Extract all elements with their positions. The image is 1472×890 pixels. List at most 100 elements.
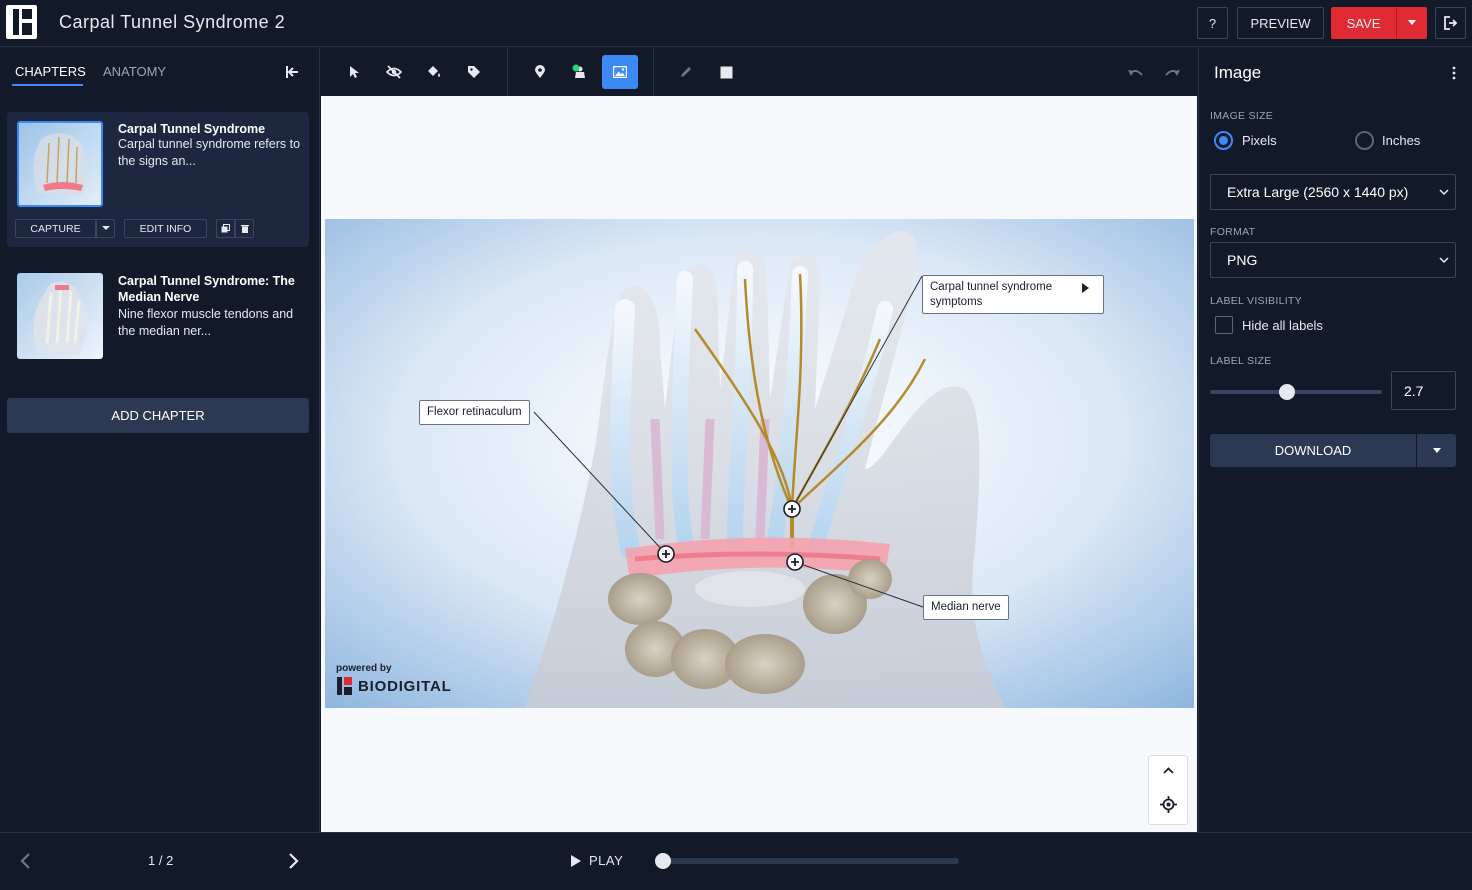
pin-tool-button[interactable] (522, 55, 558, 89)
exit-icon (1443, 16, 1457, 30)
watermark-powered-by: powered by (336, 663, 392, 674)
chapter-title: Carpal Tunnel Syndrome (118, 122, 266, 136)
square-icon (720, 66, 732, 78)
watermark-brand: BIODIGITAL (358, 678, 452, 695)
select-tool-button[interactable] (336, 55, 372, 89)
annotation-label-median[interactable]: Median nerve (923, 595, 1009, 620)
hand-thumbnail-image (19, 123, 101, 205)
tab-anatomy[interactable]: ANATOMY (103, 64, 166, 79)
preview-button[interactable]: PREVIEW (1237, 7, 1324, 39)
capture-dropdown-button[interactable] (96, 219, 115, 238)
chevron-down-icon (1439, 189, 1449, 196)
hide-tool-button[interactable] (376, 55, 412, 89)
label-size-label: LABEL SIZE (1210, 355, 1272, 367)
pixels-radio[interactable] (1214, 131, 1233, 150)
app-logo[interactable] (6, 5, 37, 39)
chapters-panel: CHAPTERS ANATOMY Carpal Tunnel Syndrome … (0, 48, 320, 832)
eye-slash-icon (386, 65, 402, 79)
caret-down-icon (1407, 20, 1416, 25)
format-value: PNG (1227, 252, 1258, 268)
undo-icon (1128, 70, 1143, 76)
trash-icon (240, 225, 249, 233)
play-button-label[interactable]: PLAY (589, 853, 623, 868)
chapter-page-indicator: 1 / 2 (148, 853, 174, 868)
redo-icon (1165, 70, 1180, 76)
collapse-panel-icon[interactable] (284, 64, 300, 80)
add-chapter-button[interactable]: ADD CHAPTER (7, 398, 309, 433)
inches-radio-label[interactable]: Inches (1382, 133, 1420, 148)
format-label: FORMAT (1210, 226, 1256, 238)
image-size-select[interactable]: Extra Large (2560 x 1440 px) (1210, 174, 1456, 210)
inches-radio[interactable] (1355, 131, 1374, 150)
save-dropdown-button[interactable] (1396, 7, 1427, 39)
annotation-label-text: Carpal tunnel syndrome symptoms (930, 281, 1053, 308)
tab-chapters[interactable]: CHAPTERS (15, 64, 86, 79)
image-export-tool-button[interactable] (602, 55, 638, 89)
draw-tool-button[interactable] (668, 55, 704, 89)
presenter-tool-button[interactable] (562, 55, 598, 89)
recenter-target-icon[interactable] (1160, 796, 1177, 813)
label-size-slider-track[interactable] (1210, 390, 1382, 394)
capture-button[interactable]: CAPTURE (15, 219, 96, 238)
chapter-title: Carpal Tunnel Syndrome: The Median Nerve (118, 274, 295, 304)
image-icon (613, 66, 627, 78)
caret-down-icon (101, 226, 110, 230)
paint-tool-button[interactable] (416, 55, 452, 89)
pixels-radio-label[interactable]: Pixels (1242, 133, 1277, 148)
play-icon[interactable] (571, 855, 581, 867)
copy-icon (221, 224, 230, 233)
annotation-label-flexor[interactable]: Flexor retinaculum (419, 400, 530, 425)
image-size-label: IMAGE SIZE (1210, 110, 1274, 122)
download-button[interactable]: DOWNLOAD (1210, 434, 1416, 467)
hide-labels-checkbox[interactable] (1215, 316, 1233, 334)
save-button[interactable]: SAVE (1331, 7, 1396, 39)
annotation-label-symptoms[interactable]: Carpal tunnel syndrome symptoms (922, 275, 1104, 314)
next-chapter-icon[interactable] (288, 852, 300, 870)
presenter-icon (572, 64, 585, 78)
viewer-canvas[interactable]: Carpal tunnel syndrome symptoms Flexor r… (321, 96, 1197, 832)
chapter-card[interactable]: Carpal Tunnel Syndrome: The Median Nerve… (7, 260, 309, 380)
shape-tool-button[interactable] (708, 55, 744, 89)
chevron-down-icon (1439, 257, 1449, 264)
pencil-icon (681, 67, 691, 77)
camera-nav-widget (1148, 755, 1188, 825)
toolbar-divider (507, 48, 508, 96)
tag-icon (468, 66, 480, 78)
chapter-thumbnail[interactable] (17, 121, 103, 207)
delete-chapter-button[interactable] (235, 219, 254, 238)
duplicate-chapter-button[interactable] (216, 219, 235, 238)
undo-button[interactable] (1118, 55, 1154, 89)
panel-title: Image (1214, 63, 1262, 82)
hide-labels-text[interactable]: Hide all labels (1242, 318, 1323, 333)
chapter-description: Carpal tunnel syndrome refers to the sig… (118, 137, 301, 168)
chapter-description: Nine flexor muscle tendons and the media… (118, 307, 294, 338)
previous-chapter-icon[interactable] (19, 852, 31, 870)
document-title[interactable]: Carpal Tunnel Syndrome 2 (59, 12, 285, 33)
label-visibility-label: LABEL VISIBILITY (1210, 295, 1302, 307)
active-tab-indicator (12, 84, 83, 86)
paint-bucket-icon (428, 66, 440, 77)
download-dropdown-button[interactable] (1417, 434, 1456, 467)
label-size-input[interactable]: 2.7 (1391, 371, 1456, 410)
more-options-icon[interactable] (1451, 66, 1457, 80)
help-button[interactable]: ? (1197, 7, 1228, 39)
format-select[interactable]: PNG (1210, 242, 1456, 278)
exit-button[interactable] (1435, 7, 1466, 39)
chapter-card[interactable]: Carpal Tunnel Syndrome Carpal tunnel syn… (7, 112, 309, 247)
label-size-slider-thumb[interactable] (1279, 384, 1296, 400)
redo-button[interactable] (1154, 55, 1190, 89)
playback-bar: 1 / 2 PLAY (0, 832, 1472, 890)
viewer-toolbar (321, 48, 1197, 96)
chapter-thumbnail[interactable] (17, 273, 103, 359)
play-triangle-icon[interactable] (1082, 283, 1089, 293)
hand-thumbnail-image (17, 273, 103, 359)
image-size-value: Extra Large (2560 x 1440 px) (1227, 184, 1409, 200)
label-tool-button[interactable] (456, 55, 492, 89)
chevron-up-icon[interactable] (1163, 767, 1174, 774)
playback-timeline[interactable] (663, 858, 959, 864)
timeline-scrubber[interactable] (655, 853, 671, 869)
edit-info-button[interactable]: EDIT INFO (124, 219, 207, 238)
image-settings-panel: Image IMAGE SIZE Pixels Inches Extra Lar… (1198, 48, 1472, 832)
toolbar-divider (653, 48, 654, 96)
anatomy-scene[interactable]: Carpal tunnel syndrome symptoms Flexor r… (325, 219, 1194, 708)
